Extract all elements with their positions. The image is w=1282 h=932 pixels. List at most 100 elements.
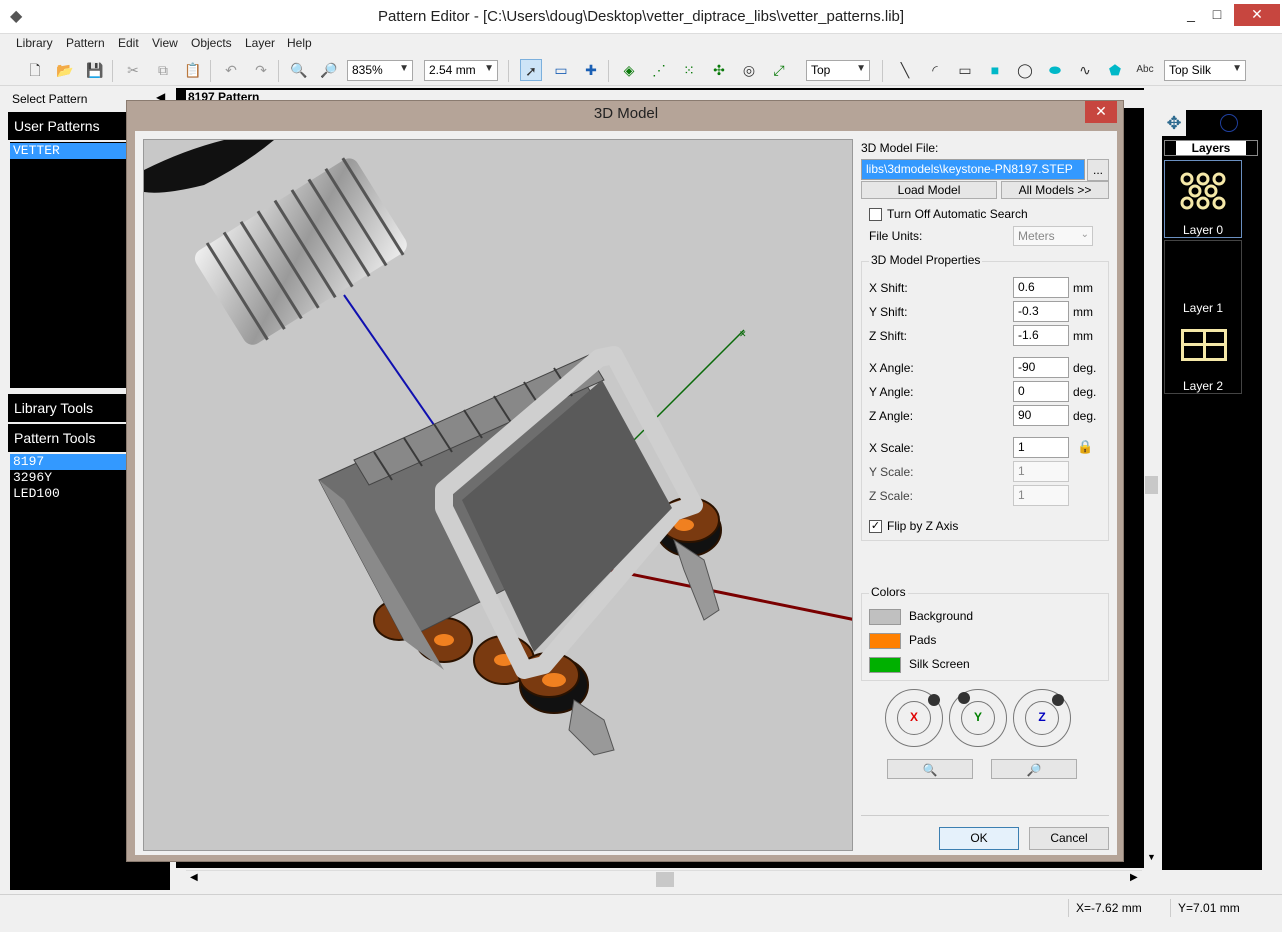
menu-view[interactable]: View [152,36,178,50]
open-folder-icon[interactable]: 📂 [54,59,76,81]
x-scale-input[interactable]: 1 [1013,437,1069,458]
menu-help[interactable]: Help [287,36,312,50]
z-scale-input[interactable]: 1 [1013,485,1069,506]
horizontal-scrollbar[interactable]: ◀ ▶ [186,870,1142,888]
3d-viewport[interactable]: ✕ [143,139,853,851]
x-angle-input[interactable]: -90 [1013,357,1069,378]
filled-rectangle-icon[interactable]: ■ [984,59,1006,81]
flip-z-checkbox[interactable]: ✓ [869,520,882,533]
zoom-extents-icon[interactable]: 🔎 [318,59,340,81]
browse-button[interactable]: ... [1087,159,1109,181]
rotate-x-control[interactable]: X [885,689,943,747]
close-button[interactable]: ✕ [1234,4,1280,26]
text-icon[interactable]: Abc [1134,59,1156,81]
place-pad-icon[interactable]: ◈ [618,59,640,81]
file-units-select[interactable]: Meters ⌄ [1013,226,1093,246]
layer-combo[interactable]: Top Silk ▼ [1164,60,1246,81]
menu-layer[interactable]: Layer [245,36,275,50]
menu-objects[interactable]: Objects [191,36,232,50]
pad-circle-icon[interactable]: ✣ [708,59,730,81]
x-shift-input[interactable]: 0.6 [1013,277,1069,298]
y-angle-input[interactable]: 0 [1013,381,1069,402]
pads-color-swatch[interactable] [869,633,901,649]
auto-search-checkbox[interactable] [869,208,882,221]
list-item[interactable]: LED100 [10,486,126,502]
lock-icon[interactable]: 🔒 [1077,439,1093,455]
view-icon[interactable] [1220,114,1238,132]
ellipse-icon[interactable]: ◯ [1014,59,1036,81]
polyline-icon[interactable]: ∿ [1074,59,1096,81]
chevron-down-icon: ▼ [1232,63,1242,74]
menu-pattern[interactable]: Pattern [66,36,105,50]
menu-library[interactable]: Library [16,36,53,50]
pad-array-icon[interactable]: ⁙ [678,59,700,81]
z-axis-label: Z [1038,710,1046,724]
list-item[interactable]: 8197 [10,454,126,470]
select-pointer-icon[interactable]: ➚ [520,59,542,81]
y-angle-unit: deg. [1073,385,1097,399]
list-item[interactable]: VETTER [10,143,126,159]
rectangle-icon [1181,329,1227,361]
rotate-z-control[interactable]: Z [1013,689,1071,747]
layer-thumb-1[interactable]: Layer 1 Layer 2 [1164,240,1242,394]
rectangle-icon[interactable]: ▭ [954,59,976,81]
origin-icon[interactable]: ✚ [580,59,602,81]
rotate-y-control[interactable]: Y [949,689,1007,747]
pads-color-label: Pads [909,633,937,647]
cancel-button[interactable]: Cancel [1029,827,1109,850]
z-angle-input[interactable]: 90 [1013,405,1069,426]
pattern-tools-header[interactable]: Pattern Tools [8,424,126,452]
move-icon[interactable]: ✥ [1162,110,1186,136]
polygon-icon[interactable]: ⬟ [1104,59,1126,81]
line-icon[interactable]: ╲ [894,59,916,81]
chevron-down-icon: ⌄ [1080,229,1089,240]
paste-icon[interactable]: 📋 [182,59,204,81]
copy-icon[interactable]: ⧉ [152,59,174,81]
y-shift-input[interactable]: -0.3 [1013,301,1069,322]
select-pattern-label: Select Pattern [12,92,88,106]
scroll-right-icon[interactable]: ▶ [1130,872,1138,883]
vertical-scrollbar[interactable]: ▼ [1144,110,1160,868]
silk-color-swatch[interactable] [869,657,901,673]
layers-title-label: Layers [1175,141,1247,155]
list-item[interactable]: 3296Y [10,470,126,486]
zoom-out-button[interactable]: 🔎 [991,759,1077,779]
menu-edit[interactable]: Edit [118,36,139,50]
user-patterns-header[interactable]: User Patterns [8,112,126,140]
cut-icon[interactable]: ✂ [122,59,144,81]
ok-button[interactable]: OK [939,827,1019,850]
scroll-left-icon[interactable]: ◀ [190,872,198,883]
background-color-label: Background [909,609,974,623]
zoom-in-button[interactable]: 🔍 [887,759,973,779]
background-color-swatch[interactable] [869,609,901,625]
undo-icon[interactable]: ↶ [220,59,242,81]
scroll-down-icon[interactable]: ▼ [1147,852,1156,862]
layer-thumb-0[interactable]: Layer 0 [1164,160,1242,238]
all-models-button[interactable]: All Models >> [1001,181,1109,199]
dimension-icon[interactable]: ⤢ [768,59,790,81]
z-shift-label: Z Shift: [869,329,908,343]
y-scale-input[interactable]: 1 [1013,461,1069,482]
separator [278,60,279,82]
z-shift-input[interactable]: -1.6 [1013,325,1069,346]
save-icon[interactable]: 💾 [84,59,106,81]
pad-row-icon[interactable]: ⋰ [648,59,670,81]
redo-icon[interactable]: ↷ [250,59,272,81]
ruler-icon[interactable]: ▭ [550,59,572,81]
new-file-icon[interactable]: 🗋 [24,59,46,81]
load-model-button[interactable]: Load Model [861,181,997,199]
zoom-combo[interactable]: 835% ▼ [347,60,413,81]
grid-combo[interactable]: 2.54 mm ▼ [424,60,498,81]
scroll-thumb[interactable] [1145,476,1158,494]
arc-icon[interactable]: ◜ [924,59,946,81]
model-file-input[interactable]: libs\3dmodels\keystone-PN8197.STEP [861,159,1085,180]
dialog-close-button[interactable]: ✕ [1085,101,1117,123]
x-angle-label: X Angle: [869,361,914,375]
filled-ellipse-icon[interactable]: ⬬ [1044,59,1066,81]
library-tools-header[interactable]: Library Tools [8,394,126,422]
scroll-thumb[interactable] [656,872,674,887]
zoom-in-icon[interactable]: 🔍 [288,59,310,81]
maximize-button[interactable]: □ [1202,4,1232,26]
side-combo[interactable]: Top ▼ [806,60,870,81]
hole-icon[interactable]: ◎ [738,59,760,81]
